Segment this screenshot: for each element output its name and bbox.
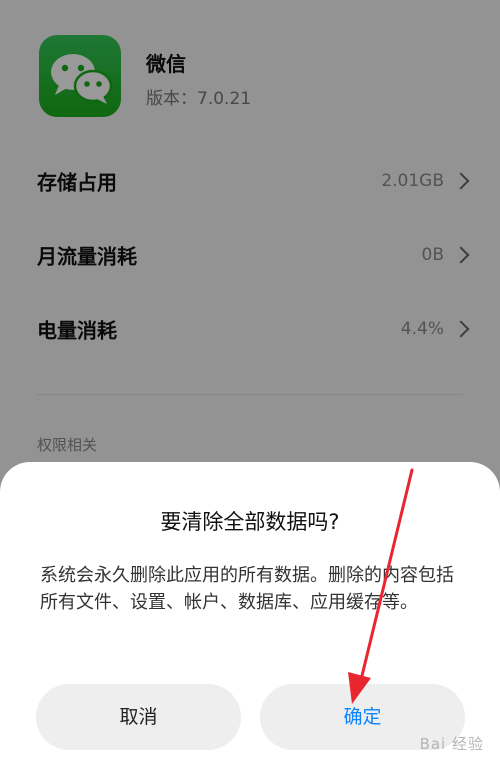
cancel-button[interactable]: 取消 [36,684,241,750]
clear-data-dialog: 要清除全部数据吗? 系统会永久删除此应用的所有数据。删除的内容包括所有文件、设置… [0,462,500,768]
watermark: Bai 经验 [419,735,484,753]
dialog-message: 系统会永久删除此应用的所有数据。删除的内容包括所有文件、设置、帐户、数据库、应用… [40,565,454,613]
dialog-title: 要清除全部数据吗? [160,510,340,534]
